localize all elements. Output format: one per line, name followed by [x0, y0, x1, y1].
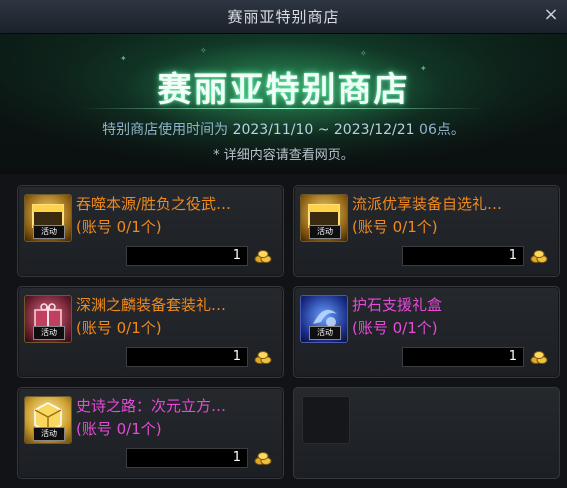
- quantity-input[interactable]: 1: [126, 448, 248, 468]
- shop-item-card[interactable]: 活动 深渊之麟装备套装礼… (账号 0/1个) 1: [17, 286, 284, 378]
- period-suffix: 06点。: [414, 122, 465, 138]
- close-icon[interactable]: ×: [541, 5, 561, 25]
- title-bar[interactable]: 赛丽亚特别商店 ×: [0, 0, 567, 34]
- item-name: 护石支援礼盒: [352, 296, 443, 314]
- shop-item-card[interactable]: 活动 史诗之路：次元立方… (账号 0/1个) 1: [17, 387, 284, 479]
- item-limit: (账号 0/1个): [76, 420, 162, 438]
- window-title: 赛丽亚特别商店: [227, 8, 340, 26]
- sparkle-icon: ✧: [360, 49, 367, 58]
- shop-item-card[interactable]: 活动 流派优享装备自选礼… (账号 0/1个) 1: [293, 185, 560, 277]
- item-limit: (账号 0/1个): [76, 218, 162, 236]
- shop-note: * 详细内容请查看网页。: [213, 148, 354, 163]
- event-tag: 活动: [33, 225, 65, 239]
- quantity-input[interactable]: 1: [402, 246, 524, 266]
- event-tag: 活动: [309, 326, 341, 340]
- shop-item-card[interactable]: 活动 吞噬本源/胜负之役武… (账号 0/1个) 1: [17, 185, 284, 277]
- quantity-input[interactable]: 1: [402, 347, 524, 367]
- gift-box-icon[interactable]: 活动: [24, 295, 72, 343]
- event-tag: 活动: [33, 427, 65, 441]
- sparkle-icon: ✧: [200, 46, 207, 55]
- gold-coin-icon: [254, 351, 272, 364]
- item-name: 史诗之路：次元立方…: [76, 397, 227, 415]
- gold-coin-icon: [530, 250, 548, 263]
- shop-banner: ✦ ✦ ✧ ✧ 赛丽亚特别商店 特别商店使用时间为 2023/11/10 ~ 2…: [0, 34, 567, 174]
- empty-shop-slot: [293, 387, 560, 479]
- gold-coin-icon: [254, 452, 272, 465]
- period-dates: 2023/11/10 ~ 2023/12/21: [232, 122, 415, 138]
- quantity-input[interactable]: 1: [126, 246, 248, 266]
- period-prefix: 特别商店使用时间为: [102, 122, 233, 138]
- item-name: 流派优享装备自选礼…: [352, 195, 503, 213]
- item-limit: (账号 0/1个): [76, 319, 162, 337]
- gold-chest-icon[interactable]: 活动: [300, 194, 348, 242]
- event-tag: 活动: [33, 326, 65, 340]
- shop-title: 赛丽亚特别商店: [157, 70, 410, 110]
- gold-coin-icon: [254, 250, 272, 263]
- item-limit: (账号 0/1个): [352, 218, 438, 236]
- shop-item-card[interactable]: 活动 护石支援礼盒 (账号 0/1个) 1: [293, 286, 560, 378]
- gold-coin-icon: [530, 351, 548, 364]
- item-limit: (账号 0/1个): [352, 319, 438, 337]
- shop-window: 赛丽亚特别商店 × ✦ ✦ ✧ ✧ 赛丽亚特别商店 特别商店使用时间为 2023…: [0, 0, 567, 488]
- item-name: 深渊之麟装备套装礼…: [76, 296, 227, 314]
- empty-icon-slot: [302, 396, 350, 444]
- banner-divider: [80, 108, 487, 109]
- item-name: 吞噬本源/胜负之役武…: [76, 195, 232, 213]
- blue-orb-icon[interactable]: 活动: [300, 295, 348, 343]
- gold-chest-icon[interactable]: 活动: [24, 194, 72, 242]
- quantity-input[interactable]: 1: [126, 347, 248, 367]
- shop-period: 特别商店使用时间为 2023/11/10 ~ 2023/12/21 06点。: [0, 119, 567, 139]
- event-tag: 活动: [309, 225, 341, 239]
- golden-cube-icon[interactable]: 活动: [24, 396, 72, 444]
